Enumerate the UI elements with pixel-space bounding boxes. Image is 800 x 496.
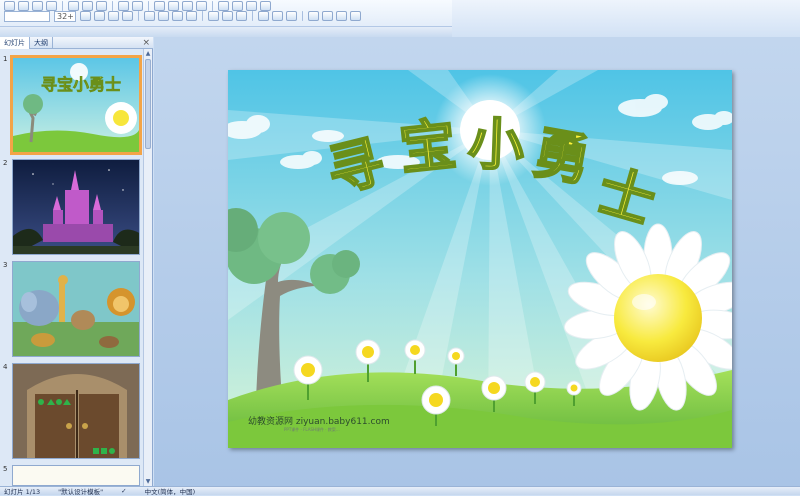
current-slide[interactable]: 寻 宝 小 勇 士 幼教资源网 ziyuan.baby611.com PPT课件… (228, 70, 732, 448)
separator (252, 11, 253, 21)
slide-3-preview (13, 262, 139, 356)
slide-thumbnail-1[interactable]: 寻宝小勇士 (10, 55, 142, 155)
slide-number: 2 (3, 159, 8, 167)
separator (202, 11, 203, 21)
close-icon[interactable]: × (142, 37, 150, 49)
svg-text:寻宝小勇士: 寻宝小勇士 (41, 75, 121, 94)
slide-editing-area: 寻 宝 小 勇 士 幼教资源网 ziyuan.baby611.com PPT课件… (154, 37, 800, 486)
slide-thumbnail-4[interactable] (12, 363, 140, 459)
numbering-icon[interactable] (222, 11, 233, 21)
slide-title-char[interactable]: 宝 (396, 111, 460, 183)
new-slide-icon[interactable] (350, 11, 361, 21)
layout-icon[interactable] (308, 11, 319, 21)
ribbon-format-row (80, 10, 361, 22)
font-name-input[interactable] (4, 11, 50, 22)
watermark-text: 幼教资源网 ziyuan.baby611.com (248, 417, 390, 427)
slide-title-char[interactable]: 勇 (528, 120, 596, 196)
slide-title-char[interactable]: 小 (466, 111, 526, 180)
status-bar: 幻灯片 1/13 "默认设计模板" ✓ 中文(简体，中国) (0, 486, 800, 496)
font-color-icon[interactable] (258, 11, 269, 21)
slide-thumbnail-row[interactable]: 4 (0, 363, 145, 461)
watermark-subtext: PPT课件 · FLASH课件 · 教案… (284, 427, 340, 432)
slide-4-preview (13, 364, 139, 458)
panel-tabs: 幻灯片 大纲 × (0, 37, 153, 49)
cut-icon[interactable] (68, 1, 79, 11)
slide-thumbnail-row[interactable]: 3 (0, 261, 145, 359)
align-right-icon[interactable] (172, 11, 183, 21)
save-icon[interactable] (32, 1, 43, 11)
separator (302, 11, 303, 21)
slide-2-preview (13, 160, 139, 254)
scrollbar-thumb[interactable] (145, 59, 151, 149)
shadow-icon[interactable] (122, 11, 133, 21)
align-left-icon[interactable] (144, 11, 155, 21)
italic-icon[interactable] (94, 11, 105, 21)
separator (62, 1, 63, 11)
slide-1-preview: 寻宝小勇士 (13, 58, 139, 152)
slide-thumbnail-2[interactable] (12, 159, 140, 255)
print-icon[interactable] (46, 1, 57, 11)
slide-thumbnail-row[interactable]: 1 寻宝小勇士 (0, 55, 145, 157)
slide-thumbnail-row[interactable]: 5 (0, 465, 145, 486)
panel-scrollbar[interactable]: ▲ ▼ (143, 49, 152, 486)
slides-panel: 幻灯片 大纲 × 1 寻宝小勇士 2 3 4 5 ▲ ▼ (0, 37, 153, 486)
tab-slides[interactable]: 幻灯片 (0, 37, 30, 49)
underline-icon[interactable] (108, 11, 119, 21)
bullets-icon[interactable] (208, 11, 219, 21)
font-size-input[interactable]: 32+ (54, 11, 76, 22)
slide-number: 4 (3, 363, 8, 371)
ribbon-group-labels (0, 26, 452, 37)
scroll-down-icon[interactable]: ▼ (144, 477, 152, 486)
slide-number: 3 (3, 261, 8, 269)
line-color-icon[interactable] (286, 11, 297, 21)
ribbon-background (452, 0, 800, 37)
slide-thumbnail-5[interactable] (12, 465, 140, 486)
justify-icon[interactable] (186, 11, 197, 21)
animation-icon[interactable] (336, 11, 347, 21)
indent-icon[interactable] (236, 11, 247, 21)
ribbon: 32+ (0, 0, 800, 37)
open-icon[interactable] (18, 1, 29, 11)
spellcheck-icon[interactable]: ✓ (121, 487, 126, 495)
highlight-icon[interactable] (272, 11, 283, 21)
slide-thumbnail-3[interactable] (12, 261, 140, 357)
align-center-icon[interactable] (158, 11, 169, 21)
slide-thumbnail-row[interactable]: 2 (0, 159, 145, 257)
slide-number: 5 (3, 465, 8, 473)
separator (138, 11, 139, 21)
slide-number: 1 (3, 55, 8, 63)
tab-outline[interactable]: 大纲 (30, 37, 53, 49)
new-icon[interactable] (4, 1, 15, 11)
bold-icon[interactable] (80, 11, 91, 21)
scroll-up-icon[interactable]: ▲ (144, 49, 152, 58)
design-icon[interactable] (322, 11, 333, 21)
